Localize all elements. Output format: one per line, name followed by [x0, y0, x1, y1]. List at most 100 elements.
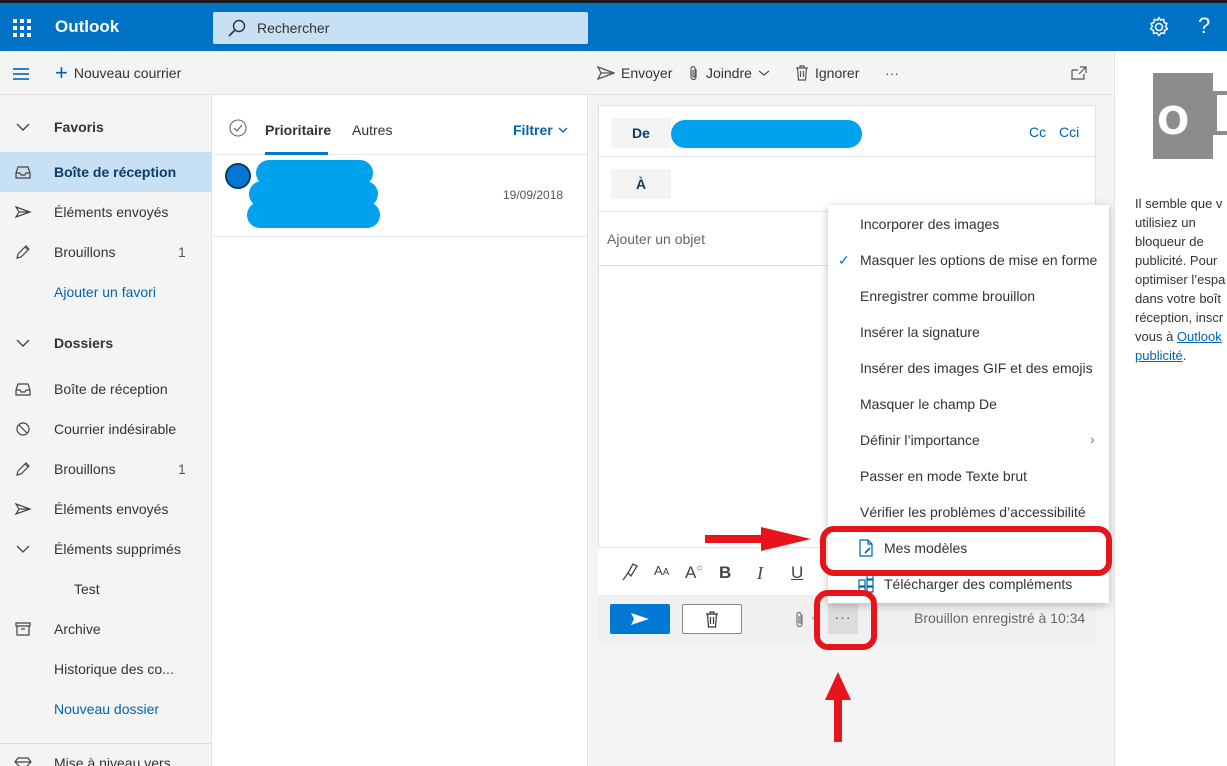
menu-item-label: Définir l’importance: [860, 432, 980, 448]
ad-free-link[interactable]: publicité: [1135, 348, 1183, 363]
chevron-right-icon: ›: [1090, 431, 1095, 447]
send-label: Envoyer: [621, 65, 673, 81]
message-list: Prioritaire Autres Filtrer 19/09/2018: [213, 95, 588, 766]
paperclip-icon: [690, 65, 697, 81]
font-size-icon[interactable]: AA: [654, 563, 669, 578]
upgrade-link[interactable]: Mise à niveau vers: [0, 743, 212, 766]
trash-icon: [796, 65, 808, 81]
app-title[interactable]: Outlook: [55, 17, 119, 37]
trash-icon: [706, 611, 718, 628]
to-button[interactable]: À: [611, 169, 671, 199]
sidebar-item-junk[interactable]: Courrier indésirable: [0, 409, 212, 449]
outlook-logo: O: [1153, 73, 1227, 159]
adblock-text: Il semble que v utilisiez un bloqueur de…: [1135, 196, 1226, 344]
menu-item-plain-text[interactable]: Passer en mode Texte brut: [828, 458, 1109, 494]
sidebar-item-label: Brouillons: [54, 461, 116, 477]
menu-item-embed-images[interactable]: Incorporer des images: [828, 206, 1109, 242]
bcc-button[interactable]: Cci: [1059, 124, 1079, 140]
menu-item-save-draft[interactable]: Enregistrer comme brouillon: [828, 278, 1109, 314]
avatar: [225, 163, 251, 189]
send-command-button[interactable]: Envoyer: [597, 51, 672, 95]
format-painter-icon[interactable]: [620, 562, 638, 582]
send-icon: [14, 205, 32, 219]
font-color-icon[interactable]: A○: [685, 563, 702, 583]
paperclip-icon[interactable]: [794, 611, 806, 628]
menu-item-label: Masquer le champ De: [860, 396, 997, 412]
plus-icon: +: [55, 60, 68, 85]
unread-count: 1: [178, 461, 186, 477]
sidebar-item-favorites-drafts[interactable]: Brouillons 1: [0, 232, 212, 272]
sidebar-item-favorites-inbox[interactable]: Boîte de réception: [0, 152, 212, 192]
menu-item-accessibility-check[interactable]: Vérifier les problèmes d’accessibilité: [828, 494, 1109, 530]
sidebar-item-drafts[interactable]: Brouillons 1: [0, 449, 212, 489]
sidebar-item-label: Éléments supprimés: [54, 541, 181, 557]
chevron-down-icon: [758, 70, 770, 76]
sidebar-item-deleted[interactable]: Éléments supprimés: [0, 529, 212, 569]
inbox-icon: [15, 166, 31, 179]
new-mail-button[interactable]: + Nouveau courrier: [55, 51, 181, 95]
sidebar-item-label: Éléments envoyés: [54, 204, 169, 220]
archive-icon: [15, 622, 31, 636]
help-icon[interactable]: ?: [1198, 13, 1222, 38]
tab-other[interactable]: Autres: [352, 122, 392, 138]
folder-pane: Favoris Boîte de réception Éléments envo…: [0, 95, 212, 766]
select-all-checkmark-icon[interactable]: [229, 119, 247, 137]
sidebar-item-label: Historique des co...: [54, 661, 174, 677]
send-icon: [597, 66, 615, 80]
folders-header[interactable]: Dossiers: [0, 323, 212, 363]
attach-label: Joindre: [706, 65, 752, 81]
menu-item-insert-gif-emoji[interactable]: Insérer des images GIF et des emojis: [828, 350, 1109, 386]
filter-button[interactable]: Filtrer: [513, 122, 568, 138]
send-icon: [631, 613, 649, 625]
more-commands-button[interactable]: ···: [885, 51, 899, 95]
outlook-logo-envelope: [1213, 91, 1227, 135]
menu-item-label: Insérer des images GIF et des emojis: [860, 360, 1093, 376]
send-icon: [14, 502, 32, 516]
from-button[interactable]: De: [611, 118, 671, 148]
sidebar-item-history[interactable]: Historique des co...: [0, 649, 212, 689]
underline-icon[interactable]: U: [791, 563, 803, 583]
menu-item-label: Passer en mode Texte brut: [860, 468, 1028, 484]
pop-out-icon[interactable]: [1071, 66, 1087, 80]
diamond-icon: [14, 757, 32, 766]
subject-input[interactable]: Ajouter un objet: [607, 231, 705, 247]
menu-item-hide-format-options[interactable]: ✓ Masquer les options de mise en forme: [828, 242, 1109, 278]
menu-item-hide-from-field[interactable]: Masquer le champ De: [828, 386, 1109, 422]
chevron-down-icon: [16, 339, 30, 347]
sidebar-item-favorites-sent[interactable]: Éléments envoyés: [0, 192, 212, 232]
gear-icon[interactable]: [1147, 15, 1171, 39]
cc-button[interactable]: Cc: [1029, 124, 1046, 140]
annotation-arrow-up: [825, 672, 851, 742]
menu-item-insert-signature[interactable]: Insérer la signature: [828, 314, 1109, 350]
unread-count: 1: [178, 244, 186, 260]
upgrade-label: Mise à niveau vers: [54, 755, 171, 766]
menu-item-set-importance[interactable]: Définir l’importance ›: [828, 422, 1109, 458]
sidebar-item-inbox[interactable]: Boîte de réception: [0, 369, 212, 409]
list-item[interactable]: 19/09/2018: [213, 155, 588, 237]
pencil-icon: [16, 245, 30, 259]
sidebar-item-label: Courrier indésirable: [54, 421, 177, 437]
discard-button[interactable]: [682, 604, 742, 634]
italic-icon[interactable]: I: [757, 563, 763, 584]
add-favorite-label: Ajouter un favori: [54, 284, 156, 300]
divider: [599, 156, 1097, 157]
adblock-period: .: [1182, 348, 1187, 363]
bold-icon[interactable]: B: [719, 563, 731, 583]
app-launcher-icon[interactable]: [10, 16, 34, 40]
sidebar-item-sent[interactable]: Éléments envoyés: [0, 489, 212, 529]
search-input[interactable]: Rechercher: [213, 12, 588, 44]
add-favorite-link[interactable]: Ajouter un favori: [0, 272, 212, 312]
attach-command-button[interactable]: Joindre: [688, 51, 770, 95]
outlook-link[interactable]: Outlook: [1177, 329, 1222, 344]
block-icon: [16, 422, 30, 436]
filter-label: Filtrer: [513, 122, 553, 138]
tab-focused[interactable]: Prioritaire: [265, 122, 331, 138]
hamburger-menu-icon[interactable]: [11, 67, 31, 81]
favorites-header[interactable]: Favoris: [0, 107, 212, 147]
send-button[interactable]: [610, 604, 670, 634]
sidebar-item-archive[interactable]: Archive: [0, 609, 212, 649]
chevron-down-icon: [16, 123, 30, 131]
new-folder-link[interactable]: Nouveau dossier: [0, 689, 212, 729]
discard-command-button[interactable]: Ignorer: [795, 51, 859, 95]
sidebar-item-test[interactable]: Test: [0, 569, 212, 609]
